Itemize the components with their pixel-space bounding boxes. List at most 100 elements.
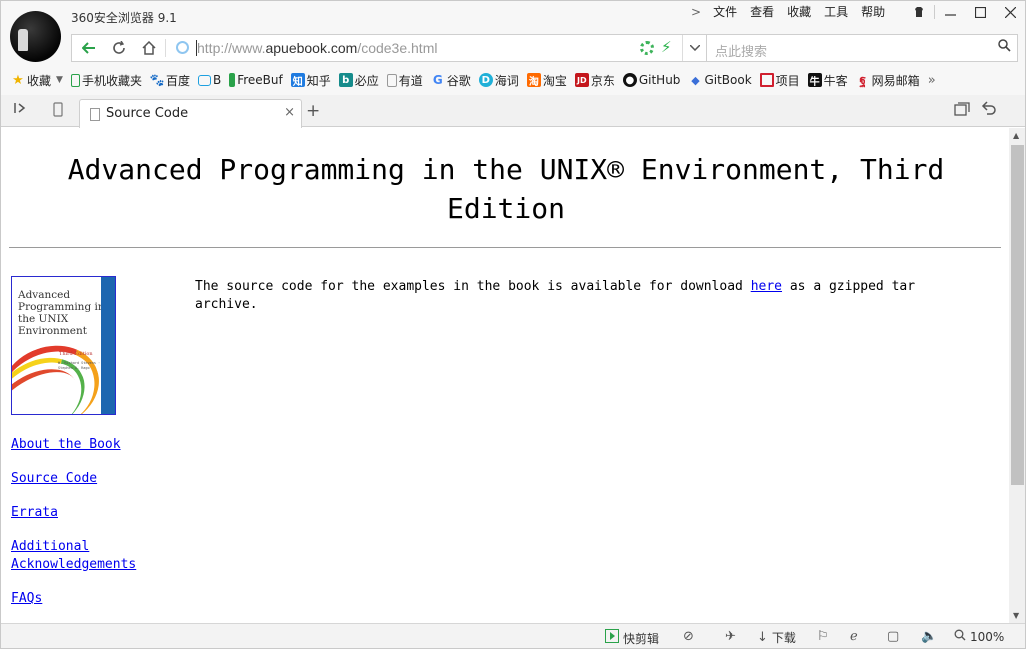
bookmark-label: 海词 bbox=[494, 73, 519, 88]
netease-mail-icon: ฐ bbox=[859, 72, 866, 87]
search-box[interactable]: 点此搜索 bbox=[707, 34, 1018, 62]
nav-link-faqs[interactable]: FAQs bbox=[11, 590, 141, 608]
bookmark-item[interactable]: 项目 bbox=[759, 72, 800, 89]
bookmark-item[interactable]: ◆ GitBook bbox=[688, 73, 751, 87]
speed-icon[interactable]: ⊘ bbox=[683, 629, 698, 644]
bookmark-label: 网易邮箱 bbox=[871, 73, 920, 88]
bookmark-item[interactable]: 有道 bbox=[386, 72, 423, 89]
pin-icon[interactable]: ✈ bbox=[725, 629, 740, 644]
menu-favorites[interactable]: 收藏 bbox=[787, 4, 811, 20]
bookmark-item[interactable]: FreeBuf bbox=[229, 73, 283, 87]
taobao-icon: 淘 bbox=[526, 73, 541, 88]
window-controls bbox=[904, 1, 1025, 23]
bookmark-item[interactable]: G 谷歌 bbox=[431, 72, 471, 89]
bookmark-favorites[interactable]: ★ 收藏 ▼ bbox=[11, 72, 63, 89]
skin-icon[interactable] bbox=[904, 1, 934, 23]
mobile-icon[interactable] bbox=[53, 102, 63, 121]
bookmark-label: FreeBuf bbox=[237, 73, 283, 87]
vertical-scrollbar[interactable]: ▲ ▼ bbox=[1009, 128, 1025, 623]
speed-mode-icon[interactable] bbox=[640, 41, 654, 55]
back-button[interactable] bbox=[74, 35, 104, 61]
cover-edition: Third Edition bbox=[59, 351, 93, 357]
page-icon bbox=[386, 73, 397, 87]
tab-list-icon[interactable] bbox=[954, 102, 970, 120]
url-field[interactable]: http://www.apuebook.com/code3e.html bbox=[197, 40, 437, 56]
browser-logo-avatar[interactable] bbox=[10, 11, 61, 62]
nav-link-acknowledgements[interactable]: Additional Acknowledgements bbox=[11, 538, 141, 574]
menu-view[interactable]: 查看 bbox=[750, 4, 774, 20]
bookmark-item[interactable]: ฐ 网易邮箱 bbox=[856, 72, 920, 89]
sidebar-toggle-icon[interactable] bbox=[14, 102, 26, 118]
site-security-icon[interactable] bbox=[176, 41, 189, 54]
bookmark-label: 必应 bbox=[354, 73, 379, 88]
phone-icon bbox=[70, 73, 80, 87]
bookmark-item[interactable]: JD 京东 bbox=[574, 72, 615, 89]
dict-d-icon: D bbox=[478, 73, 493, 87]
bookmark-item[interactable]: b 必应 bbox=[338, 72, 379, 89]
tab-source-code[interactable]: Source Code × bbox=[79, 99, 302, 128]
scroll-up-icon[interactable]: ▲ bbox=[1013, 131, 1019, 140]
home-button[interactable] bbox=[134, 35, 164, 61]
project-icon bbox=[759, 73, 774, 87]
download-button[interactable]: ↓ 下载 bbox=[757, 629, 796, 646]
new-tab-button[interactable]: + bbox=[306, 101, 320, 121]
search-icon[interactable] bbox=[998, 39, 1011, 56]
download-link[interactable]: here bbox=[751, 279, 782, 294]
chevron-down-icon[interactable] bbox=[682, 35, 706, 61]
bookmark-label: 有道 bbox=[398, 73, 423, 88]
download-arrow-icon: ↓ bbox=[757, 630, 768, 645]
close-button[interactable] bbox=[995, 1, 1025, 23]
close-tab-icon[interactable]: × bbox=[284, 105, 295, 120]
menu-tools[interactable]: 工具 bbox=[824, 4, 848, 20]
document-icon bbox=[90, 108, 100, 121]
quick-clip-button[interactable]: 快剪辑 bbox=[605, 629, 659, 647]
scroll-down-icon[interactable]: ▼ bbox=[1013, 611, 1019, 620]
reload-button[interactable] bbox=[104, 35, 134, 61]
more-bookmarks-icon[interactable]: » bbox=[928, 73, 936, 88]
bing-icon: b bbox=[338, 73, 353, 87]
status-bar: 快剪辑 ⊘ ✈ ↓ 下载 ⚐ ℯ ▢ 🔈 100% bbox=[1, 623, 1025, 648]
bookmark-item[interactable]: 牛牛客 bbox=[807, 72, 848, 89]
download-label: 下载 bbox=[771, 631, 796, 645]
bookmark-item[interactable]: 🐾 百度 bbox=[149, 72, 189, 89]
gitbook-icon: ◆ bbox=[691, 73, 700, 87]
title-bar: 360安全浏览器 9.1 > 文件 查看 收藏 工具 帮助 bbox=[1, 1, 1025, 31]
ie-mode-icon[interactable]: ℯ bbox=[850, 629, 862, 644]
flag-icon[interactable]: ⚐ bbox=[817, 629, 833, 644]
nav-link-errata[interactable]: Errata bbox=[11, 504, 141, 522]
tab-bar: Source Code × + bbox=[1, 95, 1025, 128]
dropdown-arrow-icon[interactable]: ▼ bbox=[56, 75, 63, 85]
baidu-paw-icon: 🐾 bbox=[149, 73, 165, 87]
bookmark-item[interactable]: B bbox=[197, 73, 221, 87]
lightning-icon[interactable]: ⚡ bbox=[661, 38, 672, 56]
nav-link-about[interactable]: About the Book bbox=[11, 436, 141, 454]
freebuf-icon bbox=[229, 73, 236, 87]
bookmark-label: 知乎 bbox=[306, 73, 331, 88]
bookmark-item[interactable]: 手机收藏夹 bbox=[70, 72, 142, 89]
bookmark-item[interactable]: ● GitHub bbox=[622, 73, 681, 87]
bookmarks-bar: ★ 收藏 ▼ 手机收藏夹 🐾 百度 B FreeBuf 知知乎 b 必应 有道 G谷… bbox=[1, 65, 1025, 95]
volume-icon[interactable]: 🔈 bbox=[921, 629, 941, 644]
zoom-control[interactable]: 100% bbox=[954, 629, 1004, 645]
jd-icon: JD bbox=[574, 73, 589, 87]
divider bbox=[165, 39, 166, 57]
bookmark-label: 收藏 bbox=[27, 73, 52, 88]
menu-help[interactable]: 帮助 bbox=[861, 4, 885, 20]
minimize-button[interactable] bbox=[935, 1, 965, 23]
search-placeholder: 点此搜索 bbox=[715, 45, 768, 60]
window-icon[interactable]: ▢ bbox=[887, 629, 903, 644]
maximize-button[interactable] bbox=[965, 1, 995, 23]
nav-link-source-code[interactable]: Source Code bbox=[11, 470, 141, 488]
chevron-right-icon[interactable]: > bbox=[691, 4, 701, 20]
zoom-level: 100% bbox=[970, 630, 1005, 644]
url-path: /code3e.html bbox=[357, 40, 438, 56]
site-nav: About the Book Source Code Errata Additi… bbox=[11, 436, 141, 623]
bookmark-item[interactable]: D 海词 bbox=[478, 72, 519, 89]
undo-close-icon[interactable] bbox=[981, 101, 996, 119]
bookmark-item[interactable]: 淘淘宝 bbox=[526, 72, 567, 89]
bookmark-label: GitHub bbox=[638, 73, 681, 87]
bookmark-item[interactable]: 知知乎 bbox=[290, 72, 331, 89]
navigation-bar: http://www.apuebook.com/code3e.html ⚡ 点此… bbox=[1, 31, 1025, 65]
menu-file[interactable]: 文件 bbox=[713, 4, 737, 20]
scroll-thumb[interactable] bbox=[1011, 145, 1024, 485]
